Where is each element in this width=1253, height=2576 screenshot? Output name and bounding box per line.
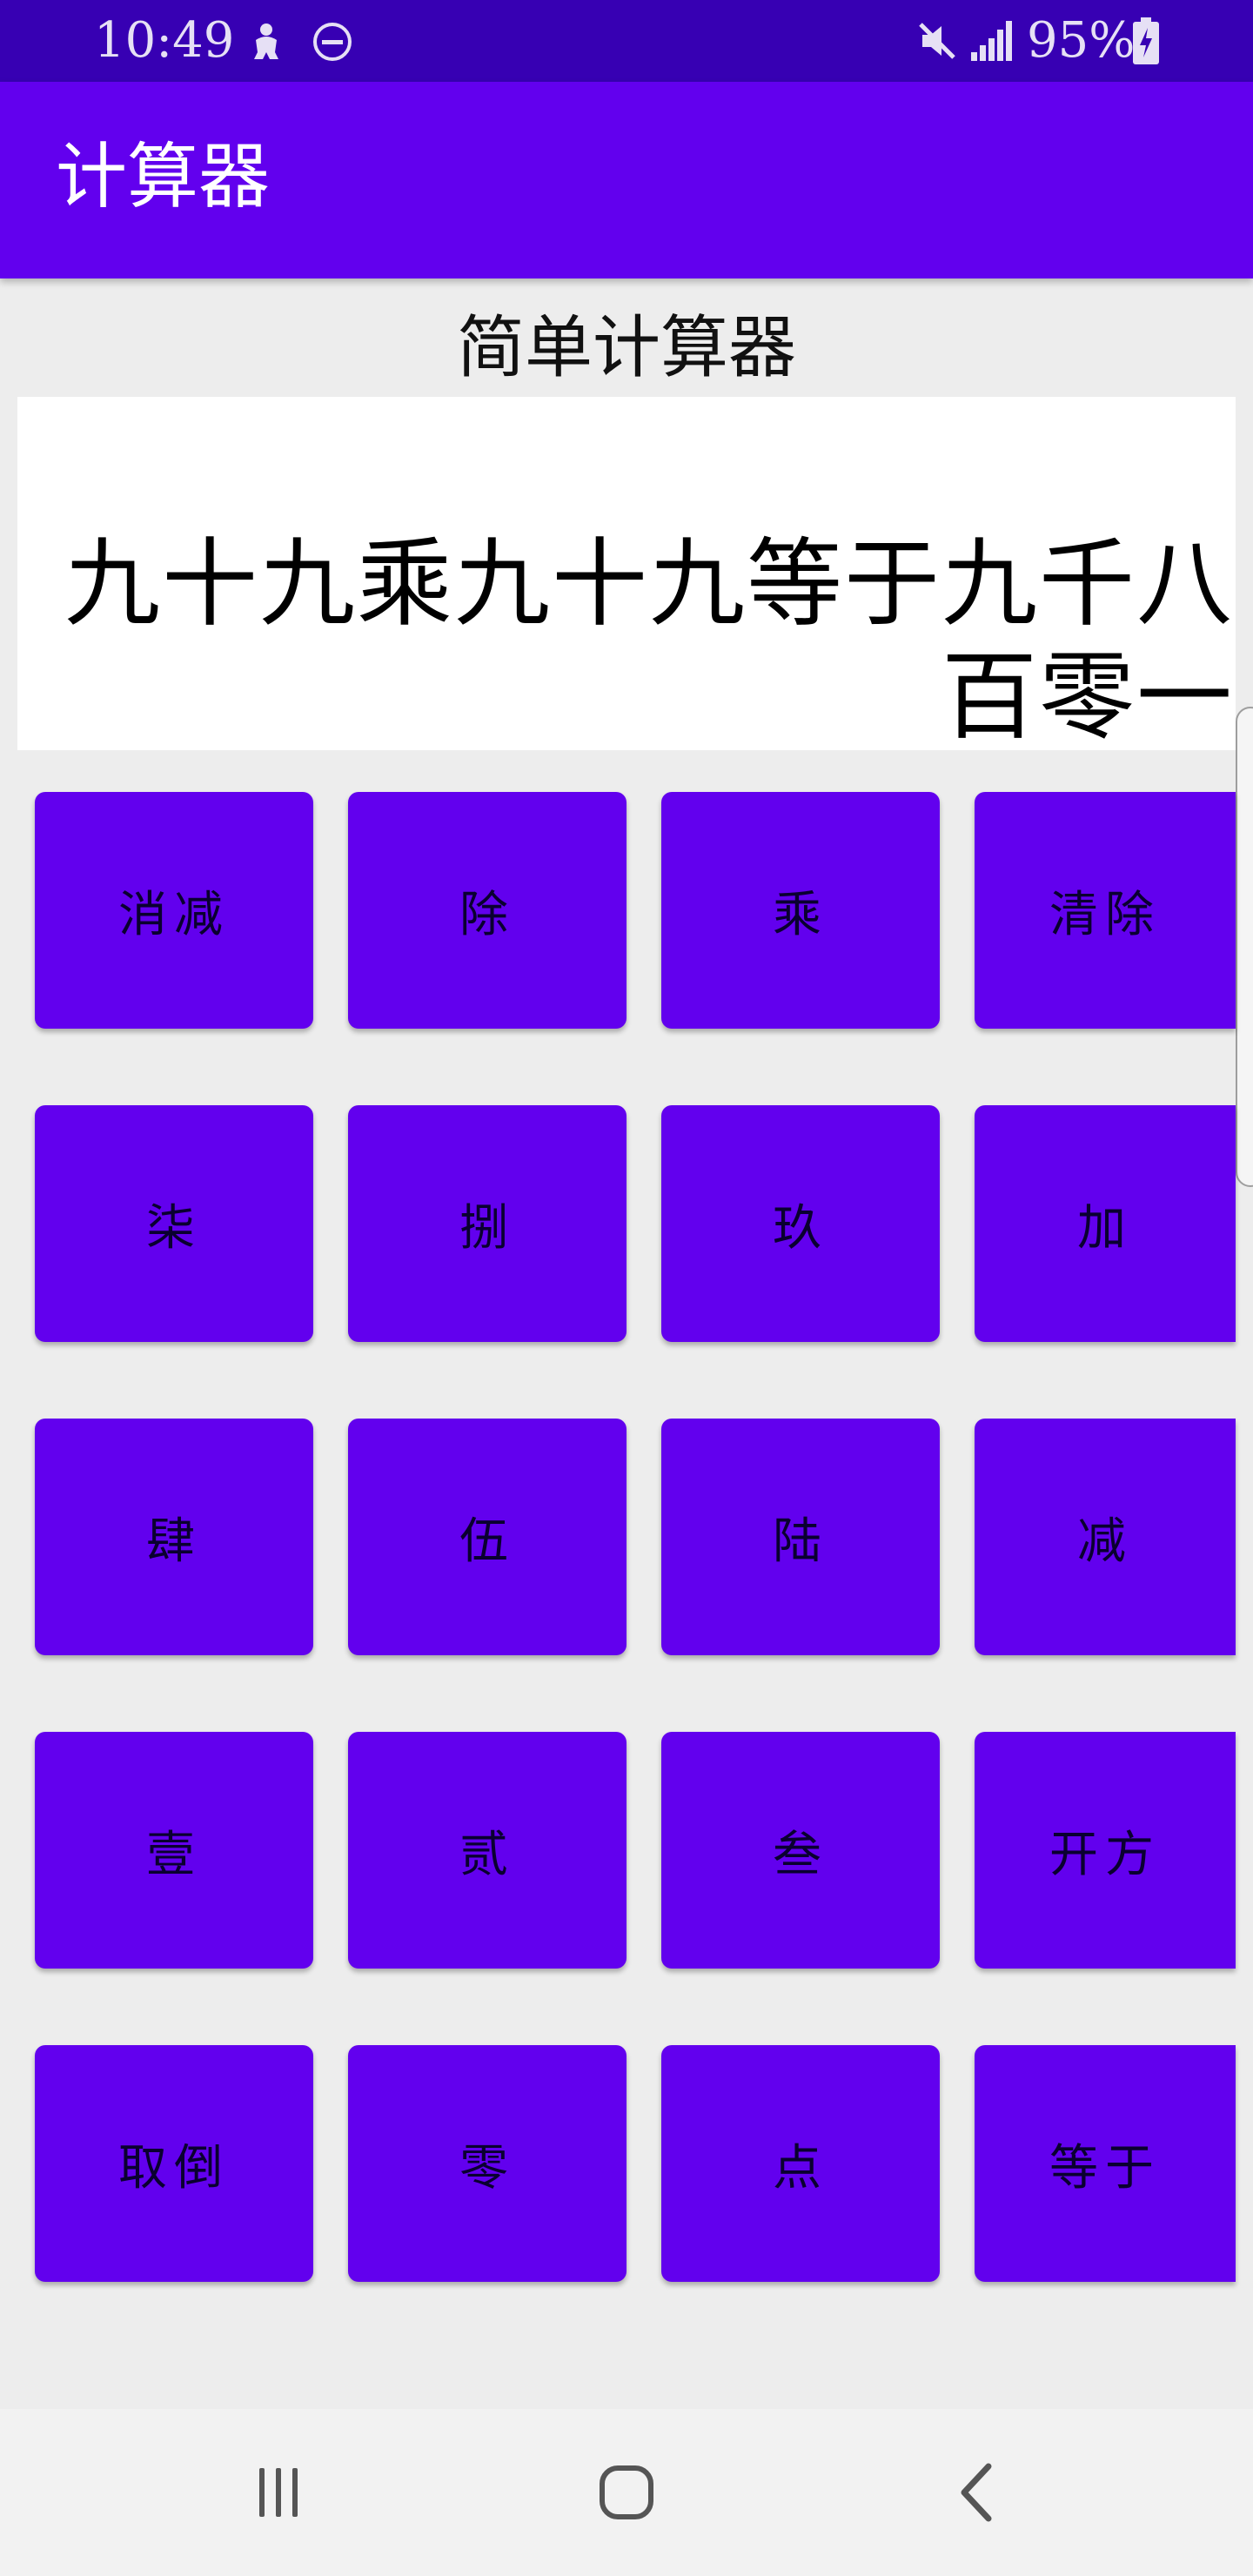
page-title: 简单计算器 [456, 309, 796, 387]
back-button[interactable] [891, 2409, 1065, 2576]
one-button[interactable]: 壹 [35, 1732, 313, 1969]
signal-icon [971, 21, 1012, 61]
navigation-bar [0, 2409, 1253, 2576]
recent-apps-button[interactable] [191, 2409, 365, 2576]
battery-charging-icon [1133, 17, 1159, 64]
scroll-indicator[interactable] [1236, 707, 1253, 1187]
five-button[interactable]: 伍 [348, 1419, 626, 1655]
app-title: 计算器 [56, 136, 271, 218]
battery-percentage: 95% [1027, 12, 1136, 69]
eight-button[interactable]: 捌 [348, 1105, 626, 1342]
three-button[interactable]: 叁 [661, 1732, 940, 1969]
seven-button[interactable]: 柒 [35, 1105, 313, 1342]
add-button[interactable]: 加 [975, 1105, 1236, 1342]
display-text: 九十九乘九十九等于九千八百零一 [64, 528, 1234, 753]
home-icon [600, 2465, 653, 2519]
status-time: 10:49 [94, 12, 235, 69]
zero-button[interactable]: 零 [348, 2045, 626, 2282]
square-root-button[interactable]: 开方 [975, 1732, 1236, 1969]
status-bar: 10:49 95% [0, 0, 1253, 82]
four-button[interactable]: 肆 [35, 1419, 313, 1655]
multiply-button[interactable]: 乘 [661, 792, 940, 1029]
mute-icon [919, 23, 955, 59]
backspace-button[interactable]: 消减 [35, 792, 313, 1029]
six-button[interactable]: 陆 [661, 1419, 940, 1655]
reciprocal-button[interactable]: 取倒 [35, 2045, 313, 2282]
back-icon [961, 2463, 992, 2522]
equals-button[interactable]: 等于 [975, 2045, 1236, 2282]
nine-button[interactable]: 玖 [661, 1105, 940, 1342]
do-not-disturb-icon [313, 23, 352, 61]
two-button[interactable]: 贰 [348, 1732, 626, 1969]
android-person-icon [254, 23, 278, 59]
decimal-point-button[interactable]: 点 [661, 2045, 940, 2282]
subtract-button[interactable]: 减 [975, 1419, 1236, 1655]
divide-button[interactable]: 除 [348, 792, 626, 1029]
result-display: 九十九乘九十九等于九千八百零一 [17, 397, 1236, 753]
app-bar: 计算器 [0, 82, 1253, 278]
home-button[interactable] [539, 2409, 714, 2576]
clear-button[interactable]: 清除 [975, 792, 1236, 1029]
recent-apps-icon [259, 2468, 298, 2517]
